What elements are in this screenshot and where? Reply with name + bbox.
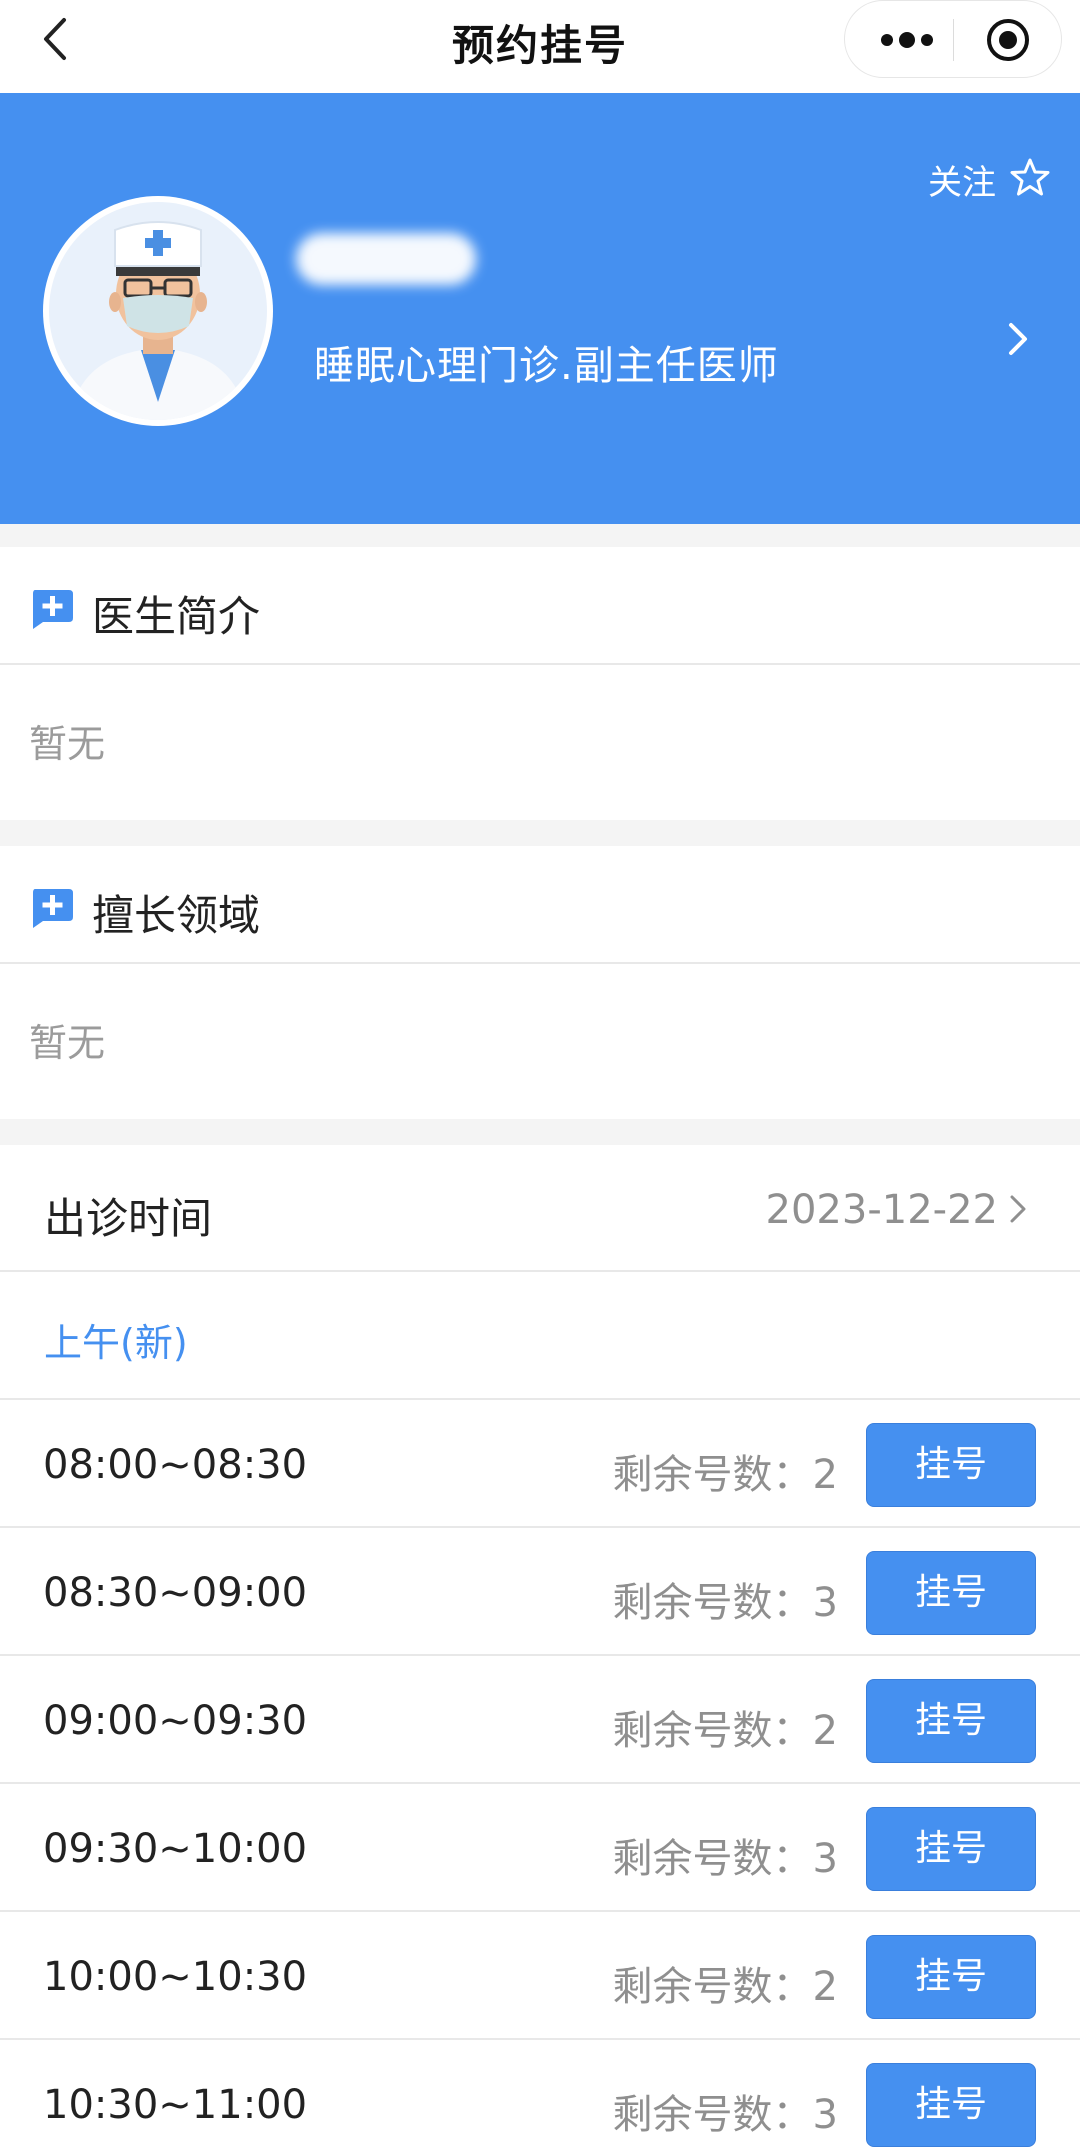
remaining-count: 3 [812, 1580, 838, 1626]
schedule-date[interactable]: 2023-12-22 [766, 1187, 998, 1233]
period-label: 上午(新) [44, 1321, 188, 1365]
slot-time: 10:00~10:30 [43, 1954, 308, 2000]
register-button[interactable]: 挂号 [866, 1423, 1036, 1507]
slot-row: 10:30~11:00 剩余号数：3 挂号 [0, 2040, 1080, 2149]
register-button[interactable]: 挂号 [866, 1935, 1036, 2019]
slot-time: 09:30~10:00 [43, 1826, 308, 1872]
remaining-prefix: 剩余号数： [612, 1580, 813, 1626]
slot-row: 08:00~08:30 剩余号数：2 挂号 [0, 1400, 1080, 1528]
more-icon[interactable] [875, 25, 955, 55]
slot-remaining: 剩余号数：3 [613, 1826, 838, 1884]
remaining-count: 2 [812, 1964, 838, 2010]
slot-remaining: 剩余号数：3 [613, 1570, 838, 1628]
slot-remaining: 剩余号数：2 [613, 1954, 838, 2012]
specialty-title: 擅长领域 [92, 891, 261, 940]
register-button[interactable]: 挂号 [866, 1551, 1036, 1635]
slot-row: 09:30~10:00 剩余号数：3 挂号 [0, 1784, 1080, 1912]
chevron-right-icon[interactable] [1008, 1191, 1028, 1227]
star-icon [1010, 158, 1050, 196]
slot-time: 10:30~11:00 [43, 2082, 308, 2128]
doctor-department-title: 睡眠心理门诊.副主任医师 [314, 343, 779, 389]
doctor-banner[interactable]: 关注 睡眠心理门诊.副主任医师 [0, 93, 1080, 524]
slot-remaining: 剩余号数：2 [613, 1442, 838, 1500]
doctor-name-redacted [296, 233, 476, 285]
remaining-prefix: 剩余号数： [612, 1836, 813, 1882]
specialty-body: 暂无 [0, 964, 1080, 1119]
mini-program-capsule [844, 0, 1062, 78]
remaining-count: 2 [812, 1708, 838, 1754]
slot-remaining: 剩余号数：3 [613, 2082, 838, 2140]
follow-button[interactable]: 关注 [926, 155, 1056, 205]
slot-time: 08:30~09:00 [43, 1570, 308, 1616]
remaining-prefix: 剩余号数： [612, 1964, 813, 2010]
nav-bar: 预约挂号 [0, 0, 1080, 93]
slot-time: 08:00~08:30 [43, 1442, 308, 1488]
specialty-content: 暂无 [29, 1021, 106, 1065]
medical-plus-icon [33, 590, 73, 629]
capsule-divider [953, 19, 954, 61]
chevron-right-icon[interactable] [1003, 317, 1033, 361]
remaining-count: 2 [812, 1452, 838, 1498]
intro-body: 暂无 [0, 665, 1080, 820]
remaining-prefix: 剩余号数： [612, 1452, 813, 1498]
register-button[interactable]: 挂号 [866, 1679, 1036, 1763]
slot-row: 08:30~09:00 剩余号数：3 挂号 [0, 1528, 1080, 1656]
slot-row: 10:00~10:30 剩余号数：2 挂号 [0, 1912, 1080, 2040]
specialty-header: 擅长领域 [0, 846, 1080, 964]
remaining-count: 3 [812, 1836, 838, 1882]
specialty-section: 擅长领域 暂无 [0, 846, 1080, 1119]
slot-row: 09:00~09:30 剩余号数：2 挂号 [0, 1656, 1080, 1784]
remaining-prefix: 剩余号数： [612, 1708, 813, 1754]
slot-time: 09:00~09:30 [43, 1698, 308, 1744]
intro-section: 医生简介 暂无 [0, 547, 1080, 820]
follow-label: 关注 [928, 163, 996, 203]
schedule-title: 出诊时间 [44, 1194, 213, 1243]
medical-plus-icon [33, 889, 73, 928]
doctor-avatar [43, 196, 273, 426]
register-button[interactable]: 挂号 [866, 1807, 1036, 1891]
intro-content: 暂无 [29, 722, 106, 766]
remaining-prefix: 剩余号数： [612, 2092, 813, 2138]
register-button[interactable]: 挂号 [866, 2063, 1036, 2147]
intro-title: 医生简介 [92, 592, 261, 641]
period-row: 上午(新) [0, 1272, 1080, 1400]
target-icon[interactable] [985, 17, 1031, 63]
schedule-header[interactable]: 出诊时间 2023-12-22 [0, 1145, 1080, 1272]
intro-header: 医生简介 [0, 547, 1080, 665]
slot-remaining: 剩余号数：2 [613, 1698, 838, 1756]
remaining-count: 3 [812, 2092, 838, 2138]
schedule-section: 出诊时间 2023-12-22 上午(新) 08:00~08:30 剩余号数：2… [0, 1145, 1080, 2149]
